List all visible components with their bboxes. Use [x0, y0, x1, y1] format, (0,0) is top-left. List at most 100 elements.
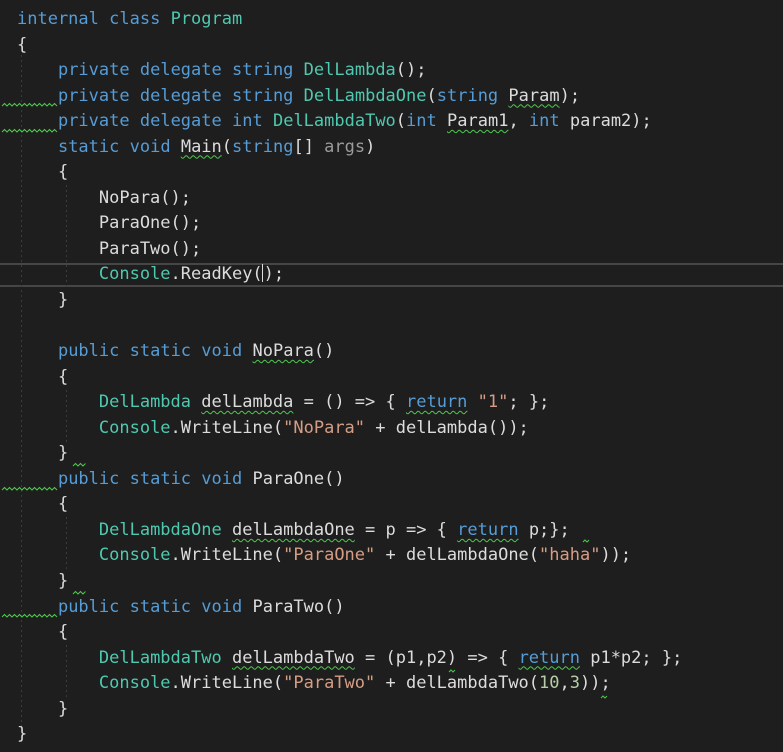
squiggle-token: Param	[508, 85, 560, 106]
code-line[interactable]: public static void ParaTwo()	[17, 595, 682, 621]
code-token: (	[221, 136, 233, 157]
code-token: .WriteLine(	[170, 673, 284, 694]
code-line[interactable]: {	[17, 365, 682, 391]
code-line[interactable]: }	[17, 288, 682, 314]
code-line[interactable]: {	[17, 160, 682, 186]
keyword-token: public	[57, 468, 120, 489]
number-token: 3	[569, 673, 581, 694]
code-token: ParaOne();	[17, 213, 202, 234]
code-line[interactable]: NoPara();	[17, 186, 682, 212]
code-line[interactable]: {	[17, 492, 682, 518]
code-line[interactable]: ParaTwo();	[17, 237, 682, 263]
code-line[interactable]: }	[17, 569, 682, 595]
code-line[interactable]: }	[17, 722, 682, 748]
keyword-token: void	[201, 341, 243, 362]
keyword-token: private	[57, 111, 130, 132]
keyword-token: int	[406, 111, 437, 132]
code-token: {	[17, 34, 28, 55]
code-token: NoPara();	[17, 187, 191, 208]
code-token: ,	[559, 673, 570, 694]
code-token: []	[293, 136, 325, 157]
keyword-token: static	[129, 341, 192, 362]
number-token: 10	[539, 673, 560, 694]
type-token: Console	[98, 545, 171, 566]
squiggle-token: return	[457, 519, 519, 540]
parameter-token: args	[324, 136, 366, 157]
code-token: + delLambda());	[365, 417, 529, 438]
keyword-token: void	[129, 136, 171, 157]
code-token: {	[17, 494, 69, 515]
code-token: {	[17, 162, 69, 183]
squiggle-token: Param1	[447, 111, 509, 132]
code-token: }	[17, 698, 69, 719]
code-line[interactable]: internal class Program	[17, 7, 682, 33]
code-line[interactable]: }	[17, 441, 682, 467]
code-line[interactable]: private delegate string DelLambda();	[17, 58, 682, 84]
code-token: p1*p2; };	[579, 647, 683, 668]
keyword-token: void	[201, 468, 243, 489]
code-line[interactable]: Console.WriteLine("ParaTwo" + delLambdaT…	[17, 671, 682, 697]
code-line[interactable]: Console.ReadKey();	[17, 262, 682, 288]
keyword-token: internal	[17, 9, 99, 29]
code-token: }	[17, 443, 69, 464]
code-token: (	[426, 85, 437, 106]
keyword-token: private	[57, 85, 130, 106]
code-token: }	[17, 571, 69, 592]
keyword-token: public	[57, 341, 120, 362]
code-line[interactable]: public static void ParaOne()	[17, 467, 682, 493]
code-line[interactable]: {	[17, 620, 682, 646]
code-line[interactable]: DelLambda delLambda = () => { return "1"…	[17, 390, 682, 416]
string-token: "haha"	[539, 545, 601, 566]
code-line[interactable]: private delegate int DelLambdaTwo(int Pa…	[17, 109, 682, 135]
code-line[interactable]: Console.WriteLine("NoPara" + delLambda()…	[17, 416, 682, 442]
code-token: );	[263, 264, 285, 285]
type-token: Console	[98, 264, 171, 285]
keyword-token: delegate	[139, 85, 222, 106]
code-token: = p => {	[354, 519, 458, 540]
code-token: }	[17, 290, 69, 311]
code-token: ParaOne()	[242, 468, 345, 489]
code-token: {	[17, 366, 69, 387]
squiggle-token: delLambdaTwo	[231, 647, 355, 668]
code-line[interactable]: public static void NoPara()	[17, 339, 682, 365]
code-lines[interactable]: internal class Program{ private delegate…	[17, 7, 682, 748]
code-token: {	[17, 622, 69, 643]
code-line[interactable]: DelLambdaOne delLambdaOne = p => { retur…	[17, 518, 682, 544]
code-line[interactable]: Console.WriteLine("ParaOne" + delLambdaO…	[17, 543, 682, 569]
code-line[interactable]: ParaOne();	[17, 211, 682, 237]
code-line[interactable]: DelLambdaTwo delLambdaTwo = (p1,p2) => {…	[17, 646, 682, 672]
code-line[interactable]: }	[17, 697, 682, 723]
string-token: "ParaTwo"	[283, 673, 376, 694]
code-token: ParaTwo();	[17, 238, 202, 259]
text-caret	[261, 264, 263, 283]
code-line[interactable]: {	[17, 33, 682, 59]
squiggle-token: return	[405, 392, 468, 413]
code-line[interactable]	[17, 314, 682, 340]
code-line[interactable]: static void Main(string[] args)	[17, 135, 682, 161]
keyword-token: string	[232, 136, 294, 157]
code-token: ()	[313, 341, 335, 362]
code-token: .WriteLine(	[170, 417, 284, 438]
code-line[interactable]: private delegate string DelLambdaOne(str…	[17, 84, 682, 110]
type-token: Console	[98, 673, 171, 694]
code-editor[interactable]: internal class Program{ private delegate…	[0, 0, 783, 752]
